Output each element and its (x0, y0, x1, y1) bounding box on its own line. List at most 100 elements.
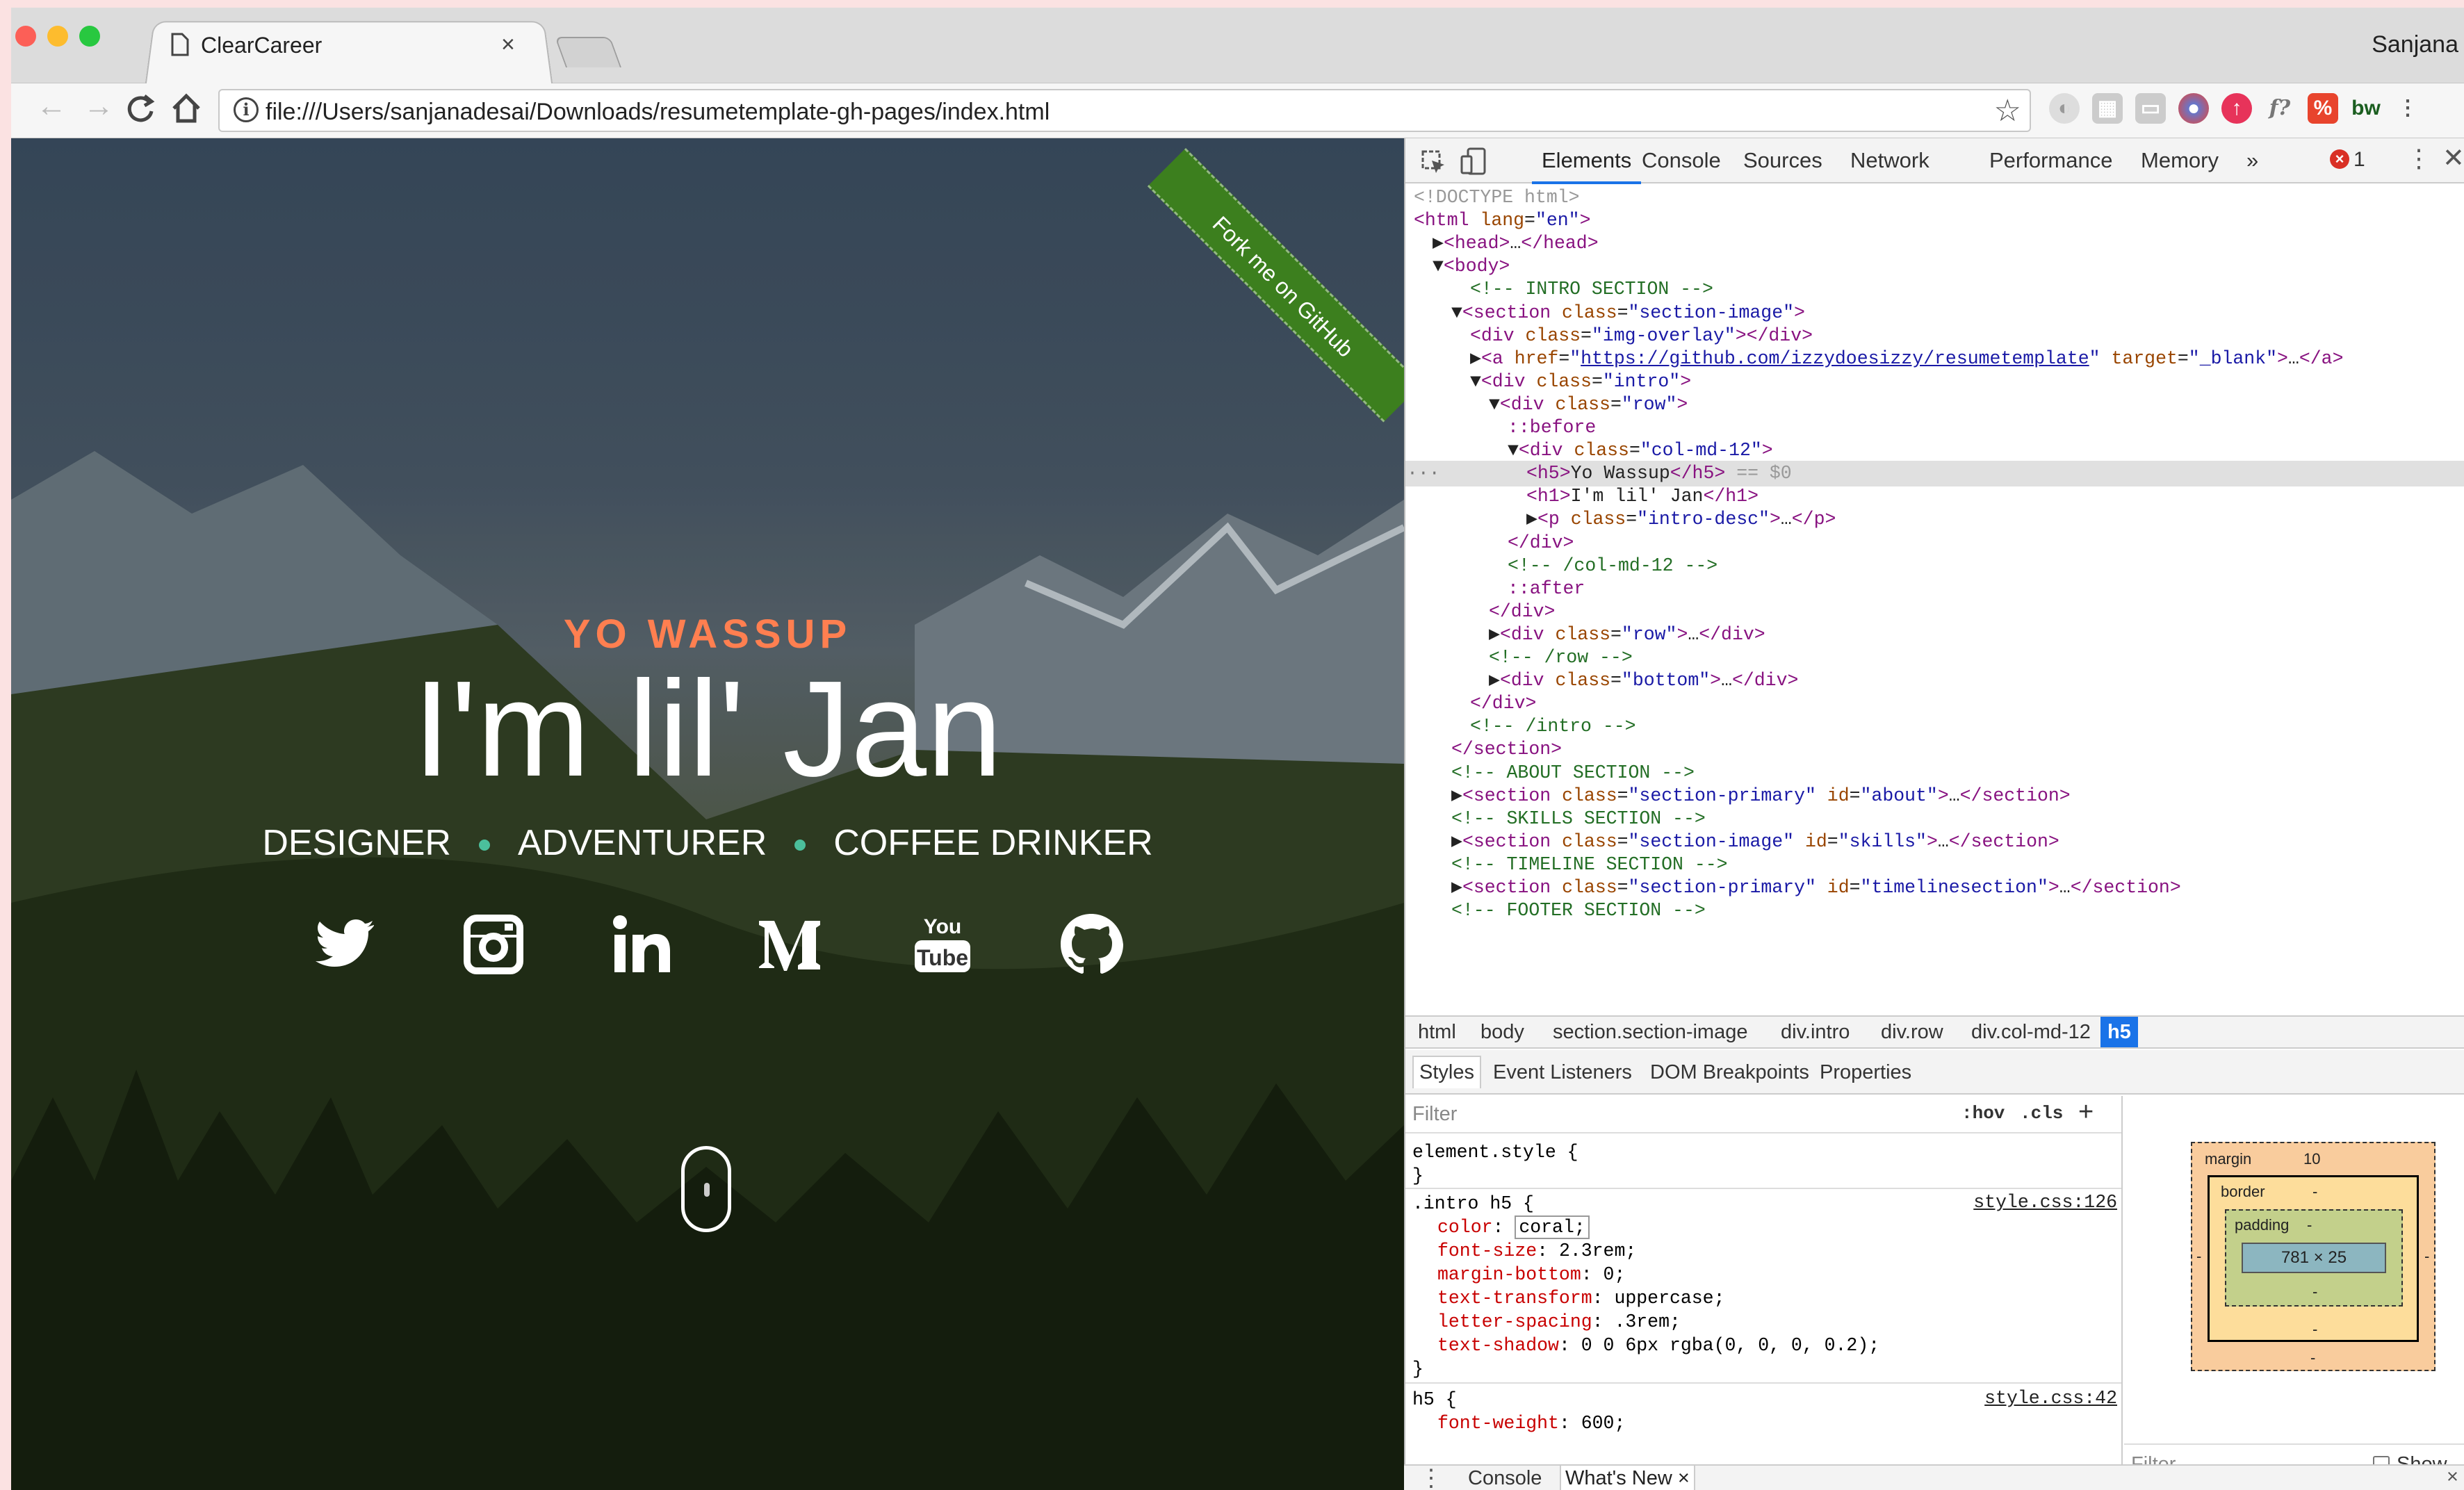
rule2-selector[interactable]: h5 { (1412, 1388, 1457, 1411)
device-toolbar-icon[interactable] (1460, 147, 1487, 176)
dom-node[interactable]: ▶<div class="bottom">…</div> (1405, 668, 2464, 694)
breadcrumb-item[interactable]: div.row (1881, 1021, 1943, 1044)
dom-tree[interactable]: <!DOCTYPE html> <html lang="en"> ▶<head>…<… (1405, 185, 2464, 1013)
extension-icon-4[interactable]: ● (2178, 93, 2209, 124)
extension-icon-2[interactable]: ▦ (2092, 93, 2123, 124)
devtools-menu-icon[interactable]: ⋮ (2406, 144, 2431, 173)
linkedin-icon[interactable] (607, 910, 677, 979)
style-value[interactable]: 0 0 6px rgba(0, 0, 0, 0.2); (1581, 1335, 1879, 1356)
drawer-tab-whats-new[interactable]: What's New × (1560, 1464, 1695, 1490)
style-value[interactable]: 0; (1604, 1264, 1626, 1285)
dom-node[interactable]: <!-- INTRO SECTION --> (1405, 277, 2464, 302)
tab-close-icon[interactable]: × (501, 31, 515, 58)
bw-extension-icon[interactable]: bw (2351, 93, 2381, 124)
github-icon[interactable] (1056, 910, 1126, 979)
breadcrumb-item[interactable]: h5 (2100, 1017, 2138, 1047)
margin-bottom-value[interactable]: - (2310, 1349, 2315, 1367)
style-declaration[interactable]: font-weight: 600; (1437, 1411, 1625, 1435)
inspect-element-icon[interactable] (1421, 149, 1446, 174)
dom-node[interactable]: ▼<body> (1405, 254, 2464, 279)
drawer-tab-close-icon[interactable]: × (1678, 1467, 1690, 1489)
menu-kebab-icon[interactable]: ⋮ (2392, 93, 2423, 124)
extension-icon-5[interactable]: ↑ (2221, 93, 2252, 124)
youtube-icon[interactable]: You Tube (908, 910, 977, 979)
extension-icon-3[interactable]: ▭ (2135, 93, 2166, 124)
style-declaration[interactable]: font-size: 2.3rem; (1437, 1239, 1636, 1263)
rule2-source-link[interactable]: style.css:42 (1984, 1388, 2117, 1409)
rule1-source-link[interactable]: style.css:126 (1973, 1192, 2117, 1213)
rule1-selector[interactable]: .intro h5 { (1412, 1192, 1534, 1215)
tab-memory[interactable]: Memory (2141, 148, 2219, 173)
breadcrumb-item[interactable]: div.intro (1781, 1021, 1850, 1044)
dom-node[interactable]: ::before (1405, 415, 2464, 441)
dom-node[interactable]: ▶<a href="https://github.com/izzydoesizz… (1405, 346, 2464, 372)
url-text[interactable]: file:///Users/sanjanadesai/Downloads/res… (266, 99, 1050, 126)
dom-node[interactable]: </div> (1405, 599, 2464, 625)
dom-node[interactable]: <!-- /row --> (1405, 645, 2464, 671)
box-model-padding[interactable]: padding - - 781 × 25 (2225, 1209, 2403, 1307)
dom-node[interactable]: ::after (1405, 576, 2464, 602)
dom-node[interactable]: ▶<section class="section-primary" id="ab… (1405, 783, 2464, 809)
medium-icon[interactable] (755, 910, 824, 979)
dom-node[interactable]: <!-- FOOTER SECTION --> (1405, 898, 2464, 924)
zoom-window-button[interactable] (79, 26, 100, 47)
tab-elements[interactable]: Elements (1531, 148, 1642, 184)
style-declaration[interactable]: margin-bottom: 0; (1437, 1263, 1625, 1286)
forward-icon[interactable]: → (78, 89, 120, 124)
dom-node[interactable]: ▶<head>…</head> (1405, 231, 2464, 256)
style-property[interactable]: text-transform (1437, 1288, 1592, 1309)
style-property[interactable]: font-weight (1437, 1413, 1559, 1434)
breadcrumb-item[interactable]: section.section-image (1553, 1021, 1747, 1044)
style-value[interactable]: 600; (1581, 1413, 1626, 1434)
node-actions-icon[interactable]: ··· (1407, 461, 1440, 486)
extension-icon-1[interactable]: ◐ (2049, 93, 2080, 124)
style-value[interactable]: 2.3rem; (1559, 1241, 1636, 1261)
dom-node[interactable]: ▶<section class="section-image" id="skil… (1405, 829, 2464, 855)
profile-name[interactable]: Sanjana (2372, 31, 2458, 58)
padding-bottom-value[interactable]: - (2312, 1283, 2317, 1301)
dom-node[interactable]: ▼<section class="section-image"> (1405, 300, 2464, 326)
dom-node[interactable]: <div class="img-overlay"></div> (1405, 323, 2464, 349)
dom-node[interactable]: <!-- ABOUT SECTION --> (1405, 760, 2464, 786)
dom-node[interactable]: <h5>Yo Wassup</h5> == $0 (1405, 461, 2464, 487)
drawer-menu-icon[interactable]: ⋮ (1419, 1464, 1443, 1490)
dom-node[interactable]: </div> (1405, 530, 2464, 556)
style-declaration[interactable]: text-transform: uppercase; (1437, 1286, 1724, 1310)
dom-node[interactable]: <!-- SKILLS SECTION --> (1405, 806, 2464, 832)
tab-dom-breakpoints[interactable]: DOM Breakpoints (1650, 1061, 1809, 1084)
site-info-icon[interactable]: i (234, 97, 259, 122)
dom-node[interactable]: ▼<div class="row"> (1405, 392, 2464, 418)
margin-left-value[interactable]: - (2196, 1247, 2201, 1266)
breadcrumb-item[interactable]: html (1418, 1021, 1456, 1044)
font-extension-icon[interactable]: f? (2265, 93, 2295, 124)
address-bar[interactable]: i file:///Users/sanjanadesai/Downloads/r… (218, 89, 2031, 132)
back-icon[interactable]: ← (31, 89, 72, 124)
dom-node[interactable]: ▼<div class="col-md-12"> (1405, 438, 2464, 464)
tab-properties[interactable]: Properties (1820, 1061, 1911, 1084)
instagram-icon[interactable] (459, 910, 528, 979)
margin-right-value[interactable]: - (2424, 1247, 2429, 1266)
style-property[interactable]: font-size (1437, 1241, 1537, 1261)
style-property[interactable]: color (1437, 1217, 1493, 1238)
style-declaration[interactable]: letter-spacing: .3rem; (1437, 1310, 1681, 1334)
style-declaration[interactable]: color: coral; (1437, 1215, 1590, 1239)
dom-node[interactable]: ▶<section class="section-primary" id="ti… (1405, 875, 2464, 901)
error-icon[interactable]: × (2330, 149, 2349, 169)
breadcrumb-item[interactable]: div.col-md-12 (1971, 1021, 2091, 1044)
new-tab-button[interactable] (554, 37, 622, 67)
tab-styles[interactable]: Styles (1412, 1056, 1481, 1088)
dom-node[interactable]: </div> (1405, 691, 2464, 717)
minimize-window-button[interactable] (47, 26, 68, 47)
dom-node[interactable]: <html lang="en"> (1405, 208, 2464, 234)
box-model-margin[interactable]: margin 10 - - - border - - padding - - 7… (2191, 1142, 2436, 1371)
cls-toggle[interactable]: .cls (2020, 1103, 2063, 1124)
dom-node[interactable]: </section> (1405, 737, 2464, 762)
border-bottom-value[interactable]: - (2312, 1320, 2317, 1338)
twitter-icon[interactable] (310, 910, 380, 979)
scroll-down-indicator[interactable] (681, 1146, 731, 1232)
dom-node[interactable]: ▼<div class="intro"> (1405, 369, 2464, 395)
style-property[interactable]: letter-spacing (1437, 1311, 1592, 1332)
dom-node[interactable]: <!-- /col-md-12 --> (1405, 553, 2464, 579)
dom-node[interactable]: <h1>I'm lil' Jan</h1> (1405, 484, 2464, 509)
tab-event-listeners[interactable]: Event Listeners (1493, 1061, 1632, 1084)
